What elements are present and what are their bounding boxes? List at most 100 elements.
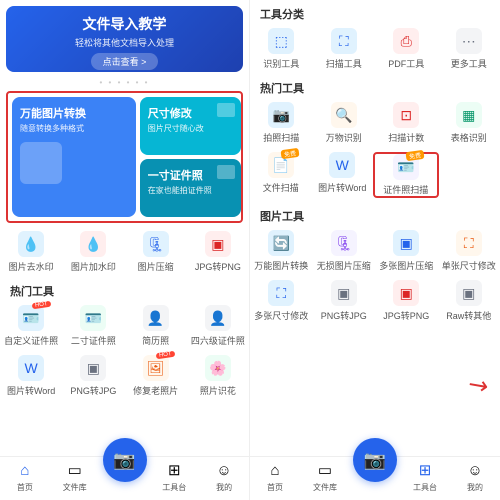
image-icon [20, 142, 62, 184]
nav-home[interactable]: ⌂首页 [0, 457, 50, 500]
hot-badge: HOT [156, 351, 175, 360]
resize-icon: ⛶ [456, 230, 482, 256]
png-to-jpg[interactable]: ▣PNG转JPG [313, 280, 376, 322]
camera-fab[interactable]: 📷 [353, 438, 397, 482]
compress-icon: 🗜 [331, 230, 357, 256]
banner-cta-button[interactable]: 点击查看 > [91, 53, 159, 70]
scan-tools[interactable]: ⛶扫描工具 [313, 28, 376, 70]
compress[interactable]: 🗜图片压缩 [125, 231, 187, 273]
two-inch-id[interactable]: 🪪二寸证件照 [62, 305, 124, 347]
hero-grid: 万能图片转换 随意转换多种格式 尺寸修改 图片尺寸随心改 一寸证件照 在家也能拍… [6, 91, 243, 223]
hot-badge: HOT [31, 301, 50, 310]
scan-count[interactable]: ⊡扫描计数 [375, 102, 438, 144]
raw-icon: ▣ [456, 280, 482, 306]
nav-tools[interactable]: ⊞工具台 [400, 457, 450, 500]
id-icon: 🪪 [80, 305, 106, 331]
person-icon: 👤 [143, 305, 169, 331]
resume-photo[interactable]: 👤简历照 [125, 305, 187, 347]
idphoto-card[interactable]: 一寸证件照 在家也能拍证件照 [140, 159, 241, 217]
person-icon: 👤 [205, 305, 231, 331]
section-hot: 热门工具 [0, 277, 249, 301]
tool-row-2: HOT🪪自定义证件照 🪪二寸证件照 👤简历照 👤四六级证件照 [0, 301, 249, 351]
word-icon: W [18, 355, 44, 381]
free-badge: 免费 [281, 148, 300, 159]
tool-row-1: 💧图片去水印 💧图片加水印 🗜图片压缩 ▣JPG转PNG [0, 227, 249, 277]
img-to-word[interactable]: W图片转Word [0, 355, 62, 397]
banner-title: 文件导入教学 [14, 14, 235, 34]
word-icon: W [329, 152, 355, 178]
nav-me[interactable]: ☺我的 [199, 457, 249, 500]
tutorial-banner[interactable]: 文件导入教学 轻松将其他文档导入处理 点击查看 > [6, 6, 243, 72]
png-to-jpg[interactable]: ▣PNG转JPG [62, 355, 124, 397]
table-icon: ▦ [456, 102, 482, 128]
arrow-annotation: ↘ [461, 368, 494, 403]
cat-row: ⬚识别工具 ⛶扫描工具 ⎙PDF工具 ⋯更多工具 [250, 24, 500, 74]
pdf-tools[interactable]: ⎙PDF工具 [375, 28, 438, 70]
hot-row-1: 📷拍照扫描 🔍万物识别 ⊡扫描计数 ▦表格识别 [250, 98, 500, 148]
pdf-icon: ⎙ [393, 28, 419, 54]
lossless-compress[interactable]: 🗜无损图片压缩 [313, 230, 376, 272]
folder-icon: ▭ [316, 461, 334, 479]
remove-watermark[interactable]: 💧图片去水印 [0, 231, 62, 273]
img-to-word[interactable]: W图片转Word [312, 152, 374, 198]
convert-card[interactable]: 万能图片转换 随意转换多种格式 [12, 97, 136, 217]
table-ocr[interactable]: ▦表格识别 [438, 102, 500, 144]
jpg-to-png[interactable]: ▣JPG转PNG [375, 280, 438, 322]
id-scan-highlighted[interactable]: 免费🪪证件照扫描 [373, 152, 439, 198]
home-icon: ⌂ [266, 461, 284, 479]
id-icon: 🪪 [18, 305, 44, 331]
person-icon: ☺ [215, 461, 233, 479]
section-category: 工具分类 [250, 0, 500, 24]
object-id[interactable]: 🔍万物识别 [313, 102, 376, 144]
convert-icon: 🔄 [268, 230, 294, 256]
count-icon: ⊡ [393, 102, 419, 128]
droplet-icon: 💧 [18, 231, 44, 257]
nav-me[interactable]: ☺我的 [450, 457, 500, 500]
pager-dots: • • • • • • [0, 78, 249, 87]
tool-row-3: W图片转Word ▣PNG转JPG HOT🖼修复老照片 🌸照片识花 [0, 351, 249, 401]
single-resize[interactable]: ⛶单张尺寸修改 [438, 230, 500, 272]
section-hot: 热门工具 [250, 74, 500, 98]
nav-files[interactable]: ▭文件库 [50, 457, 100, 500]
camera-fab[interactable]: 📷 [103, 438, 147, 482]
camera-icon: 📷 [268, 102, 294, 128]
scan-icon: ⬚ [268, 28, 294, 54]
resize-icon: ⛶ [268, 280, 294, 306]
nav-home[interactable]: ⌂首页 [250, 457, 300, 500]
batch-compress[interactable]: ▣多张图片压缩 [375, 230, 438, 272]
flower-icon: 🌸 [205, 355, 231, 381]
cet-photo[interactable]: 👤四六级证件照 [187, 305, 249, 347]
droplet-icon: 💧 [80, 231, 106, 257]
home-icon: ⌂ [16, 461, 34, 479]
restore-photo[interactable]: HOT🖼修复老照片 [125, 355, 187, 397]
camera-icon: 📷 [113, 450, 135, 471]
person-icon: ☺ [466, 461, 484, 479]
hot-row-2: 免费📄文件扫描 W图片转Word 免费🪪证件照扫描 [250, 148, 500, 202]
corners-icon: ⛶ [331, 28, 357, 54]
banner-subtitle: 轻松将其他文档导入处理 [14, 36, 235, 49]
add-watermark[interactable]: 💧图片加水印 [62, 231, 124, 273]
photo-scan[interactable]: 📷拍照扫描 [250, 102, 313, 144]
more-tools[interactable]: ⋯更多工具 [438, 28, 500, 70]
search-icon: 🔍 [331, 102, 357, 128]
grid-icon: ⊞ [165, 461, 183, 479]
universal-convert[interactable]: 🔄万能图片转换 [250, 230, 313, 272]
jpg-to-png[interactable]: ▣JPG转PNG [187, 231, 249, 273]
nav-tools[interactable]: ⊞工具台 [149, 457, 199, 500]
raw-convert[interactable]: ▣Raw转其他 [438, 280, 500, 322]
recognize-tools[interactable]: ⬚识别工具 [250, 28, 313, 70]
folder-icon: ▭ [66, 461, 84, 479]
flower-id[interactable]: 🌸照片识花 [187, 355, 249, 397]
compress-icon: 🗜 [143, 231, 169, 257]
left-panel: 文件导入教学 轻松将其他文档导入处理 点击查看 > • • • • • • 万能… [0, 0, 250, 500]
nav-files[interactable]: ▭文件库 [300, 457, 350, 500]
jpg-icon: ▣ [80, 355, 106, 381]
section-image: 图片工具 [250, 202, 500, 226]
custom-id[interactable]: HOT🪪自定义证件照 [0, 305, 62, 347]
batch-resize[interactable]: ⛶多张尺寸修改 [250, 280, 313, 322]
file-scan[interactable]: 免费📄文件扫描 [250, 152, 312, 198]
resize-card[interactable]: 尺寸修改 图片尺寸随心改 [140, 97, 241, 155]
img-row-2: ⛶多张尺寸修改 ▣PNG转JPG ▣JPG转PNG ▣Raw转其他 [250, 276, 500, 326]
camera-icon: 📷 [364, 450, 386, 471]
resize-icon [217, 103, 235, 117]
